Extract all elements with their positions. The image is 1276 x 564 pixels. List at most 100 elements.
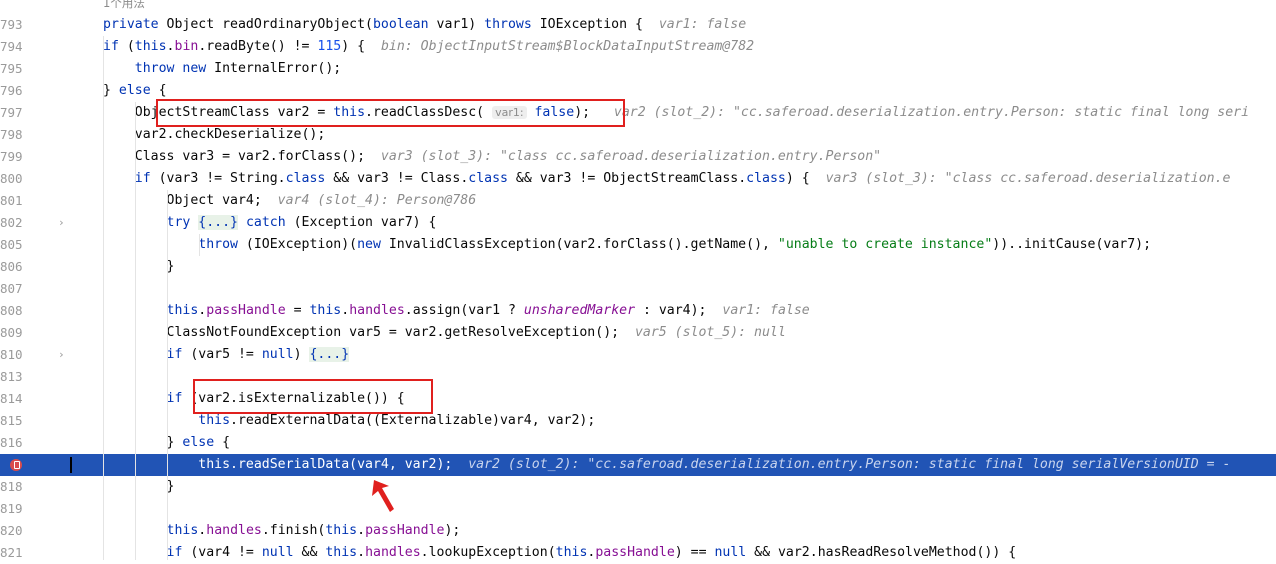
code-line[interactable]: 816 } else { xyxy=(0,432,1276,454)
line-number[interactable]: 816 xyxy=(0,432,23,454)
code-token: ) { xyxy=(341,39,381,54)
code-text[interactable]: if (var4 != null && this.handles.lookupE… xyxy=(103,542,1017,564)
code-text[interactable]: this.handles.finish(this.passHandle); xyxy=(103,520,461,542)
code-token: passHandle xyxy=(206,303,286,318)
line-number[interactable]: 813 xyxy=(0,366,23,388)
line-number[interactable]: 810 xyxy=(0,344,23,366)
code-token: unsharedMarker xyxy=(523,303,636,318)
code-text[interactable]: throw (IOException)(new InvalidClassExce… xyxy=(103,234,1151,256)
line-number[interactable]: 806 xyxy=(0,256,23,278)
code-line[interactable]: 813 xyxy=(0,366,1276,388)
code-line[interactable]: 800 if (var3 != String.class && var3 != … xyxy=(0,168,1276,190)
code-line[interactable]: 806 } xyxy=(0,256,1276,278)
line-number[interactable]: 799 xyxy=(0,146,23,168)
code-text[interactable]: Object var4; var4 (slot_4): Person@786 xyxy=(103,190,477,212)
code-token: handles xyxy=(206,523,262,538)
code-token: = xyxy=(285,303,310,318)
code-token: null xyxy=(261,347,294,362)
code-line[interactable]: 805 throw (IOException)(new InvalidClass… xyxy=(0,234,1276,256)
code-line[interactable]: 810 › if (var5 != null) {...} xyxy=(0,344,1276,366)
code-line[interactable]: 807 xyxy=(0,278,1276,300)
highlight-box-readclassdesc xyxy=(156,99,625,127)
code-line[interactable]: 815 this.readExternalData((Externalizabl… xyxy=(0,410,1276,432)
line-number[interactable]: 818 xyxy=(0,476,23,498)
code-line[interactable]: 818 } xyxy=(0,476,1276,498)
code-line[interactable]: 795 throw new InternalError(); xyxy=(0,58,1276,80)
code-token: { xyxy=(222,435,231,450)
code-text[interactable]: if (var5 != null) {...} xyxy=(103,344,350,366)
code-line[interactable]: 799 Class var3 = var2.forClass(); var3 (… xyxy=(0,146,1276,168)
code-token: (Exception var7) { xyxy=(293,215,437,230)
code-token: if xyxy=(166,347,191,362)
code-token: ClassNotFoundException var5 = var2.getRe… xyxy=(103,325,635,340)
line-number[interactable]: 793 xyxy=(0,14,23,36)
code-text[interactable]: ClassNotFoundException var5 = var2.getRe… xyxy=(103,322,786,344)
code-line[interactable]: 798 var2.checkDeserialize(); xyxy=(0,124,1276,146)
code-token: this xyxy=(166,303,199,318)
code-token: bin xyxy=(174,39,199,54)
line-number[interactable]: 820 xyxy=(0,520,23,542)
code-line-execution-point[interactable]: this.readSerialData(var4, var2); var2 (s… xyxy=(0,454,1276,476)
code-line[interactable]: 802 › try {...} catch (Exception var7) { xyxy=(0,212,1276,234)
breakpoint-icon[interactable] xyxy=(10,459,22,471)
line-number[interactable]: 805 xyxy=(0,234,23,256)
code-line[interactable]: 793 private Object readOrdinaryObject(boo… xyxy=(0,14,1276,36)
line-number[interactable]: 795 xyxy=(0,58,23,80)
code-line[interactable]: 809 ClassNotFoundException var5 = var2.g… xyxy=(0,322,1276,344)
code-token: (IOException)( xyxy=(245,237,358,252)
text-cursor xyxy=(70,457,72,473)
code-token: if xyxy=(166,545,191,560)
code-token: new xyxy=(357,237,389,252)
code-text[interactable]: private Object readOrdinaryObject(boolea… xyxy=(103,14,746,36)
code-text[interactable]: if (this.bin.readByte() != 115) { bin: O… xyxy=(103,36,754,58)
fold-chevron-icon[interactable]: › xyxy=(58,212,65,234)
code-text[interactable]: throw new InternalError(); xyxy=(103,58,341,80)
code-token: else xyxy=(182,435,223,450)
line-number[interactable]: 819 xyxy=(0,498,23,520)
code-line[interactable]: 794 if (this.bin.readByte() != 115) { bin… xyxy=(0,36,1276,58)
line-number[interactable]: 821 xyxy=(0,542,23,564)
line-number[interactable]: 807 xyxy=(0,278,23,300)
code-text[interactable]: Class var3 = var2.forClass(); var3 (slot… xyxy=(103,146,881,168)
line-number[interactable]: 801 xyxy=(0,190,23,212)
code-token: .finish( xyxy=(261,523,326,538)
line-number[interactable]: 796 xyxy=(0,80,23,102)
debug-inline-value: var1: false xyxy=(658,17,747,32)
code-text[interactable]: if (var3 != String.class && var3 != Clas… xyxy=(103,168,1231,190)
code-line[interactable]: 814 if (var2.isExternalizable()) { xyxy=(0,388,1276,410)
code-token: .readExternalData((Externalizable)var4, … xyxy=(230,413,596,428)
usage-hint[interactable]: 1个用法 xyxy=(103,0,145,10)
line-number[interactable]: 808 xyxy=(0,300,23,322)
code-token: if xyxy=(103,39,127,54)
code-text[interactable]: var2.checkDeserialize(); xyxy=(103,124,326,146)
debug-inline-value: var2 (slot_2): "cc.saferoad.deserializat… xyxy=(468,457,1231,472)
line-number[interactable]: 794 xyxy=(0,36,23,58)
fold-chevron-icon[interactable]: › xyxy=(58,344,65,366)
code-line[interactable]: 821 if (var4 != null && this.handles.loo… xyxy=(0,542,1276,564)
code-token: Class var3 = var2.forClass(); xyxy=(103,149,381,164)
debug-inline-value: var3 (slot_3): "class cc.saferoad.deseri… xyxy=(825,171,1231,186)
code-token: private xyxy=(103,17,167,32)
line-number[interactable]: 815 xyxy=(0,410,23,432)
code-token: this xyxy=(325,523,358,538)
line-number[interactable]: 814 xyxy=(0,388,23,410)
code-text[interactable]: try {...} catch (Exception var7) { xyxy=(103,212,437,234)
code-text[interactable]: } xyxy=(103,256,175,278)
code-token: Object readOrdinaryObject( xyxy=(166,17,373,32)
code-token: . xyxy=(341,303,350,318)
code-line[interactable]: 808 this.passHandle = this.handles.assig… xyxy=(0,300,1276,322)
code-text[interactable]: } xyxy=(103,476,175,498)
line-number[interactable]: 798 xyxy=(0,124,23,146)
code-token: var2.checkDeserialize(); xyxy=(103,127,326,142)
line-number[interactable]: 809 xyxy=(0,322,23,344)
code-line[interactable]: 820 this.handles.finish(this.passHandle)… xyxy=(0,520,1276,542)
line-number[interactable]: 797 xyxy=(0,102,23,124)
code-text[interactable]: this.passHandle = this.handles.assign(va… xyxy=(103,300,810,322)
code-line[interactable]: 801 Object var4; var4 (slot_4): Person@7… xyxy=(0,190,1276,212)
line-number[interactable]: 802 xyxy=(0,212,23,234)
code-token: passHandle xyxy=(365,523,445,538)
line-number[interactable]: 800 xyxy=(0,168,23,190)
code-text[interactable]: this.readSerialData(var4, var2); var2 (s… xyxy=(103,454,1230,476)
code-line[interactable]: 819 xyxy=(0,498,1276,520)
